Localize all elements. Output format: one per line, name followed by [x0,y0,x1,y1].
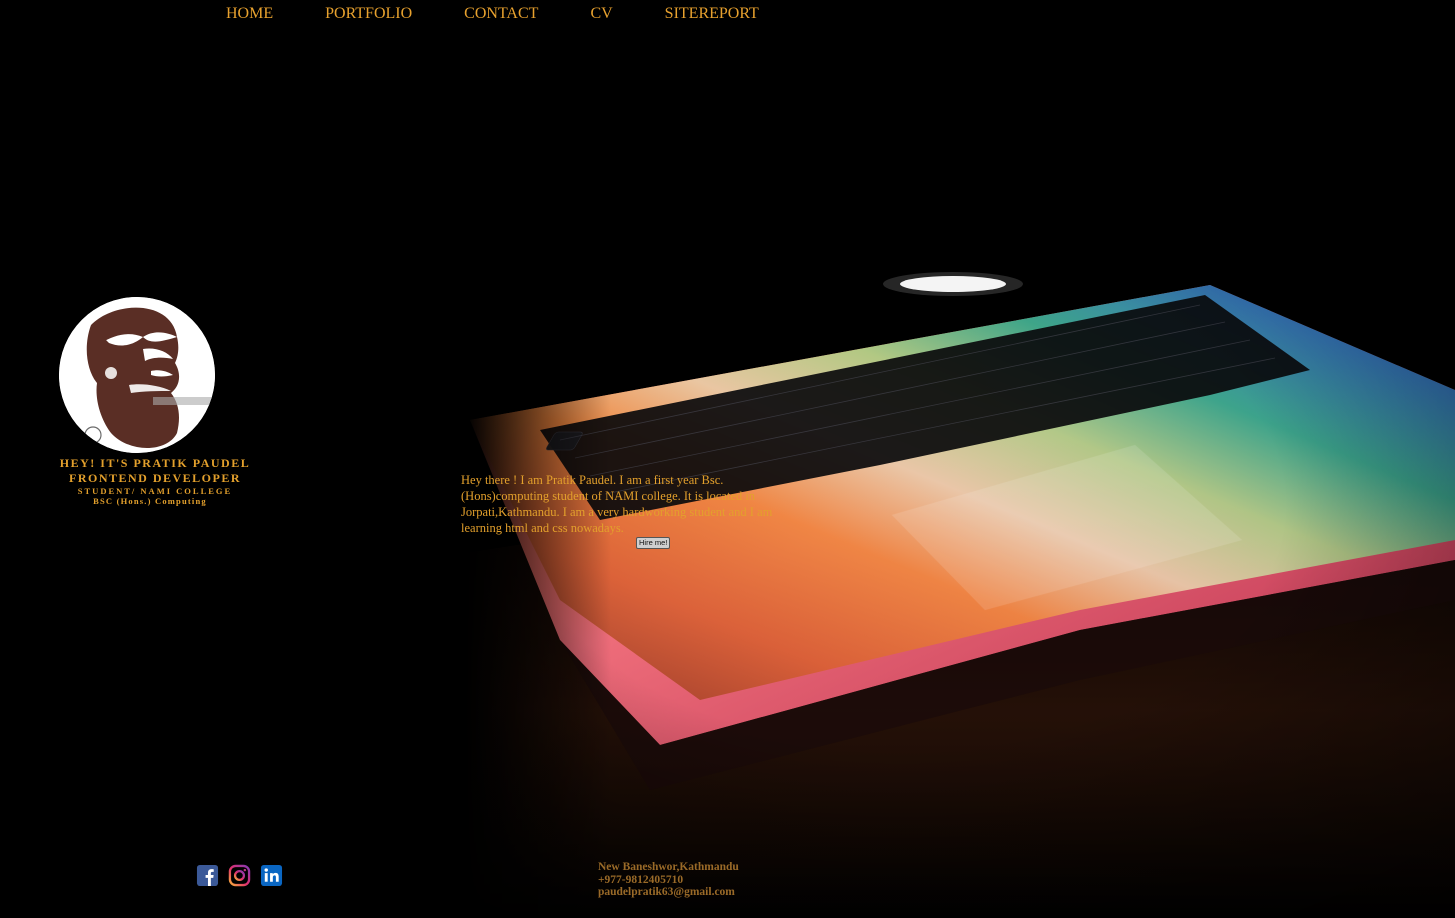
social-links [196,864,283,887]
instagram-icon[interactable] [228,864,251,887]
contact-email[interactable]: paudelpratik63@gmail.com [598,886,739,899]
facebook-icon[interactable] [196,864,219,887]
nav-contact-link[interactable]: CONTACT [464,4,538,24]
nav-portfolio-link[interactable]: PORTFOLIO [325,4,412,24]
profile-role: FRONTEND DEVELOPER [68,471,241,485]
nav-sitereport-link[interactable]: SITEREPORT [665,4,759,24]
nav-home-link[interactable]: HOME [226,4,273,24]
contact-phone: +977-9812405710 [598,873,684,886]
profile-degree: BSC (Hons.) Computing [93,496,207,506]
contact-info: New Baneshwor,Kathmandu +977-9812405710 … [598,861,739,899]
avatar [59,297,215,453]
profile-greeting: HEY! IT'S PRATIK PAUDEL [59,456,251,470]
contact-address: New Baneshwor,Kathmandu [598,861,739,873]
hire-me-button[interactable]: Hire me! [636,537,671,549]
main-nav: HOME PORTFOLIO CONTACT CV SITEREPORT [226,4,759,24]
nav-cv-link[interactable]: CV [590,4,612,24]
linkedin-icon[interactable] [260,864,283,887]
intro-paragraph: Hey there ! I am Pratik Paudel. I am a f… [461,473,773,535]
bearded-man-logo-icon [59,297,215,453]
profile-text: HEY! IT'S PRATIK PAUDEL FRONTEND DEVELOP… [30,456,280,506]
